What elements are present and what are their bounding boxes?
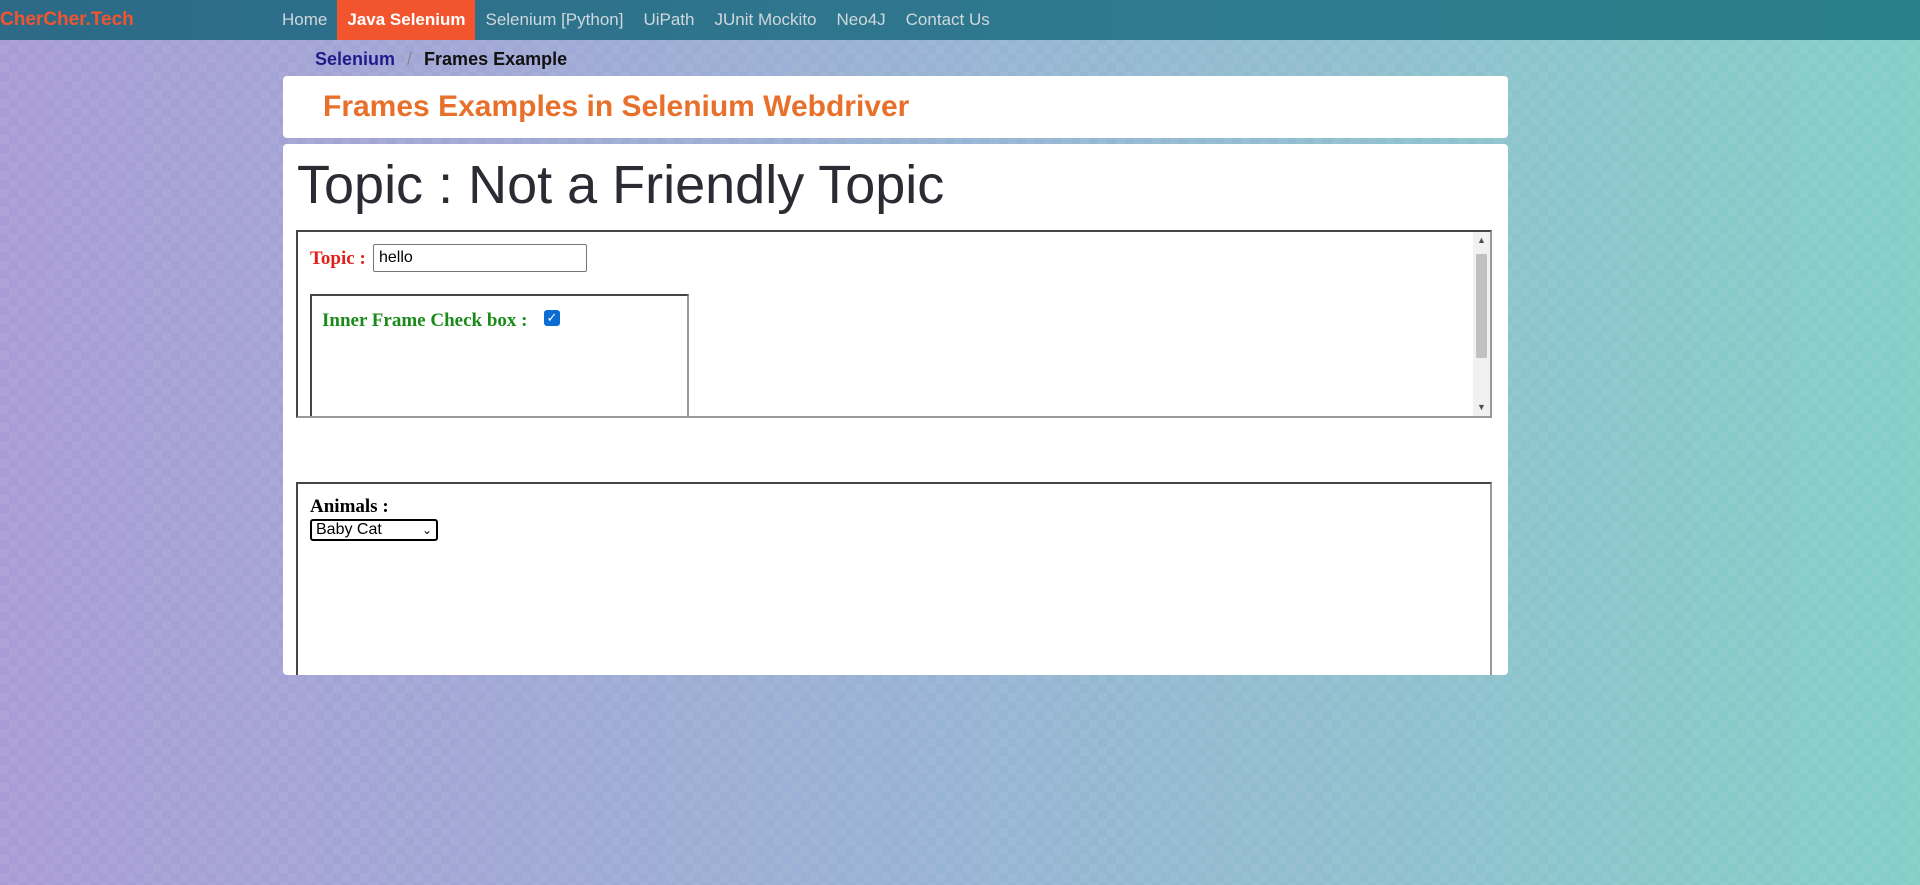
breadcrumb-current: Frames Example bbox=[424, 49, 568, 69]
header-card: Frames Examples in Selenium Webdriver bbox=[283, 76, 1508, 138]
topic-heading: Topic : Not a Friendly Topic bbox=[297, 155, 945, 215]
chevron-down-icon: ⌄ bbox=[421, 523, 432, 537]
nav-home[interactable]: Home bbox=[272, 0, 337, 40]
nav-uipath[interactable]: UiPath bbox=[633, 0, 704, 40]
topic-input[interactable] bbox=[373, 244, 587, 272]
breadcrumb-separator: / bbox=[407, 49, 413, 69]
animals-select-value: Baby Cat bbox=[316, 521, 382, 538]
scroll-up-icon[interactable]: ▲ bbox=[1473, 232, 1490, 249]
topic-label: Topic : bbox=[310, 248, 366, 269]
main-card: Topic : Not a Friendly Topic Topic : Inn… bbox=[283, 144, 1508, 675]
animals-select[interactable]: Baby Cat ⌄ bbox=[310, 519, 438, 541]
scroll-thumb[interactable] bbox=[1476, 254, 1487, 358]
scroll-down-icon[interactable]: ▼ bbox=[1473, 399, 1490, 416]
inner-checkbox[interactable]: ✓ bbox=[544, 310, 560, 326]
nav-java-selenium[interactable]: Java Selenium bbox=[337, 0, 476, 40]
inner-checkbox-label: Inner Frame Check box : bbox=[322, 310, 528, 331]
navbar: CherCher.Tech Home Java Selenium Seleniu… bbox=[0, 0, 1920, 40]
page-title: Frames Examples in Selenium Webdriver bbox=[323, 90, 910, 123]
topic-frame[interactable]: Topic : Inner Frame Check box : ✓ ▲ ▼ bbox=[296, 230, 1492, 418]
inner-frame[interactable]: Inner Frame Check box : ✓ bbox=[310, 294, 689, 416]
breadcrumb-selenium-link[interactable]: Selenium bbox=[315, 49, 395, 69]
nav-links: Home Java Selenium Selenium [Python] UiP… bbox=[272, 0, 1000, 40]
nav-neo4j[interactable]: Neo4J bbox=[827, 0, 896, 40]
nav-selenium-python[interactable]: Selenium [Python] bbox=[475, 0, 633, 40]
breadcrumb: Selenium / Frames Example bbox=[315, 49, 567, 70]
nav-junit-mockito[interactable]: JUnit Mockito bbox=[704, 0, 826, 40]
animals-label: Animals : bbox=[310, 496, 389, 517]
animals-frame[interactable]: Animals : Baby Cat ⌄ bbox=[296, 482, 1492, 675]
nav-contact-us[interactable]: Contact Us bbox=[896, 0, 1000, 40]
brand-logo[interactable]: CherCher.Tech bbox=[0, 0, 134, 40]
frame-scrollbar[interactable]: ▲ ▼ bbox=[1473, 232, 1490, 416]
